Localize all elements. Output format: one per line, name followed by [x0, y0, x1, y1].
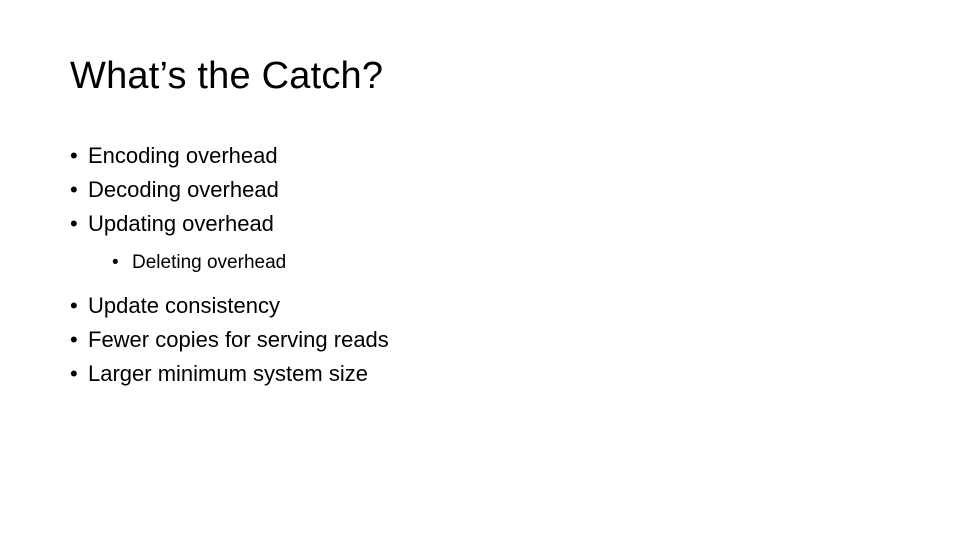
slide: What’s the Catch? Encoding overhead Deco…	[0, 0, 960, 540]
list-item: Deleting overhead	[112, 250, 890, 277]
list-item: Encoding overhead	[70, 140, 890, 172]
list-item-label: Updating overhead	[88, 211, 274, 236]
bullet-list: Encoding overhead Decoding overhead Upda…	[70, 140, 890, 390]
list-item: Fewer copies for serving reads	[70, 324, 890, 356]
sub-bullet-list: Deleting overhead	[88, 250, 890, 277]
slide-title: What’s the Catch?	[70, 55, 890, 98]
list-item: Decoding overhead	[70, 174, 890, 206]
list-item: Updating overhead Deleting overhead	[70, 208, 890, 276]
list-item: Larger minimum system size	[70, 358, 890, 390]
list-item: Update consistency	[70, 290, 890, 322]
